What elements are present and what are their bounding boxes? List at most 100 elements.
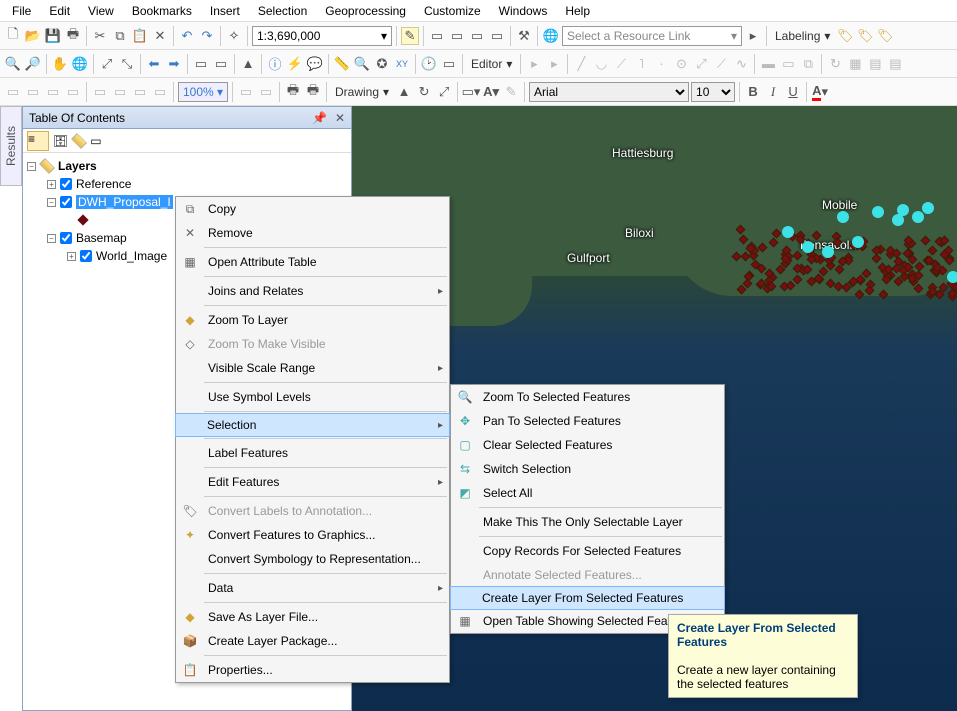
identify-icon[interactable]: ⓘ xyxy=(266,55,284,73)
line-tool-icon[interactable]: ╱ xyxy=(572,55,590,73)
zoom-out-icon[interactable]: 🔎 xyxy=(24,55,42,73)
ctx-label-features[interactable]: Label Features xyxy=(176,441,449,465)
georef3-icon[interactable]: ▭ xyxy=(44,83,62,101)
menu-geoprocessing[interactable]: Geoprocessing xyxy=(317,2,414,20)
find-route-icon[interactable]: ✪ xyxy=(373,55,391,73)
clear-selection-icon[interactable]: ▭ xyxy=(212,55,230,73)
time-slider-icon[interactable]: 🕑 xyxy=(420,55,438,73)
delete-icon[interactable]: ✕ xyxy=(151,27,169,45)
label-opt3-icon[interactable]: 🏷 xyxy=(876,27,894,45)
window-python-icon[interactable]: ▭ xyxy=(488,27,506,45)
attrs-icon[interactable]: ▦ xyxy=(846,55,864,73)
layer-basemap[interactable]: Basemap xyxy=(76,231,127,245)
drawing-dropdown[interactable]: Drawing▾ xyxy=(331,81,393,103)
results-side-tab[interactable]: Results xyxy=(0,106,22,186)
pin-icon[interactable]: 📌 xyxy=(312,111,327,125)
close-icon[interactable]: ✕ xyxy=(335,111,345,125)
expander-world[interactable]: + xyxy=(67,252,76,261)
ctx-create-layer-package[interactable]: 📦Create Layer Package... xyxy=(176,629,449,653)
georef7-icon[interactable]: ▭ xyxy=(131,83,149,101)
paste-icon[interactable]: 📋 xyxy=(131,27,149,45)
window-catalog-icon[interactable]: ▭ xyxy=(428,27,446,45)
menu-windows[interactable]: Windows xyxy=(491,2,556,20)
list-by-selection-icon[interactable]: ▭ xyxy=(90,134,101,148)
list-by-visibility-icon[interactable] xyxy=(72,134,86,148)
georef11-icon[interactable]: 🖶 xyxy=(284,83,302,101)
expander-dwh[interactable]: − xyxy=(47,198,56,207)
sub-select-all[interactable]: ◩Select All xyxy=(451,481,724,505)
globe-link-icon[interactable]: 🌐 xyxy=(542,27,560,45)
ctx-copy[interactable]: ⧉Copy xyxy=(176,197,449,221)
distance-icon[interactable]: ⤢ xyxy=(692,55,710,73)
ctx-properties[interactable]: 📋Properties... xyxy=(176,658,449,682)
pointer-icon[interactable]: ▲ xyxy=(239,55,257,73)
menu-insert[interactable]: Insert xyxy=(202,2,248,20)
checkbox-reference[interactable] xyxy=(60,178,72,190)
layer-dwh-proposal[interactable]: DWH_Proposal_I xyxy=(76,195,173,209)
checkbox-world[interactable] xyxy=(80,250,92,262)
midpoint-icon[interactable]: · xyxy=(652,55,670,73)
cut-icon[interactable]: ✂ xyxy=(91,27,109,45)
draw-pointer-icon[interactable]: ▲ xyxy=(395,83,413,101)
underline-icon[interactable]: U xyxy=(784,83,802,101)
pan-icon[interactable]: ✋ xyxy=(51,55,69,73)
georef9-icon[interactable]: ▭ xyxy=(237,83,255,101)
georef-icon[interactable]: ▭ xyxy=(4,83,22,101)
list-by-source-icon[interactable]: 🗄 xyxy=(53,134,68,148)
undo-icon[interactable]: ↶ xyxy=(178,27,196,45)
menu-help[interactable]: Help xyxy=(557,2,598,20)
tree-root-layers[interactable]: Layers xyxy=(58,159,97,173)
fixed-zoom-in-icon[interactable]: ⤢ xyxy=(98,55,116,73)
menu-selection[interactable]: Selection xyxy=(250,2,315,20)
layer-reference[interactable]: Reference xyxy=(76,177,131,191)
zoom-pct-combo[interactable]: 100%▾ xyxy=(178,82,228,102)
font-name-combo[interactable]: Arial xyxy=(529,82,689,102)
font-color-icon[interactable]: A▾ xyxy=(811,83,829,101)
ctx-remove[interactable]: ✕Remove xyxy=(176,221,449,245)
redo-icon[interactable]: ↷ xyxy=(198,27,216,45)
full-extent-icon[interactable]: 🌐 xyxy=(71,55,89,73)
sub-zoom-selected[interactable]: 🔍Zoom To Selected Features xyxy=(451,385,724,409)
map-scale-combo[interactable]: 1:3,690,000▾ xyxy=(252,26,392,46)
trace-tool-icon[interactable]: ⟋ xyxy=(612,55,630,73)
georef12-icon[interactable]: 🖶 xyxy=(304,83,322,101)
edit-anno-icon[interactable]: ▸ xyxy=(545,55,563,73)
label-opt1-icon[interactable]: 🏷 xyxy=(836,27,854,45)
sub-only-selectable[interactable]: Make This The Only Selectable Layer xyxy=(451,510,724,534)
expander-reference[interactable]: + xyxy=(47,180,56,189)
sub-copy-records[interactable]: Copy Records For Selected Features xyxy=(451,539,724,563)
ctx-open-attribute-table[interactable]: ▦Open Attribute Table xyxy=(176,250,449,274)
bezier-icon[interactable]: ∿ xyxy=(732,55,750,73)
back-icon[interactable]: ⬅ xyxy=(145,55,163,73)
draw-text-icon[interactable]: A▾ xyxy=(482,83,500,101)
menu-customize[interactable]: Customize xyxy=(416,2,489,20)
ctx-joins-relates[interactable]: Joins and Relates xyxy=(176,279,449,303)
georef2-icon[interactable]: ▭ xyxy=(24,83,42,101)
ctx-data[interactable]: Data xyxy=(176,576,449,600)
georef6-icon[interactable]: ▭ xyxy=(111,83,129,101)
list-by-drawing-icon[interactable]: ≡ xyxy=(27,131,49,151)
menu-view[interactable]: View xyxy=(80,2,122,20)
ctx-selection[interactable]: Selection xyxy=(175,413,450,437)
georef10-icon[interactable]: ▭ xyxy=(257,83,275,101)
new-doc-icon[interactable]: 🗋 xyxy=(4,27,22,45)
editor-dropdown[interactable]: Editor▾ xyxy=(467,53,516,75)
georef5-icon[interactable]: ▭ xyxy=(91,83,109,101)
checkbox-basemap[interactable] xyxy=(60,232,72,244)
endpoint-icon[interactable]: ⊙ xyxy=(672,55,690,73)
labeling-dropdown[interactable]: Labeling▾ xyxy=(771,25,834,47)
checkbox-dwh[interactable] xyxy=(60,196,72,208)
menu-bookmarks[interactable]: Bookmarks xyxy=(124,2,200,20)
copy-icon[interactable]: ⧉ xyxy=(111,27,129,45)
sketch-props-icon[interactable]: ▤ xyxy=(866,55,884,73)
html-popup-icon[interactable]: 💬 xyxy=(306,55,324,73)
goto-xy-icon[interactable]: XY xyxy=(393,55,411,73)
find-icon[interactable]: 🔍 xyxy=(353,55,371,73)
font-size-combo[interactable]: 10 xyxy=(691,82,735,102)
ctx-edit-features[interactable]: Edit Features xyxy=(176,470,449,494)
layer-world-imagery[interactable]: World_Image xyxy=(96,249,167,263)
draw-rotate-icon[interactable]: ↻ xyxy=(415,83,433,101)
reshape-icon[interactable]: ▭ xyxy=(779,55,797,73)
direction-icon[interactable]: ⟋ xyxy=(712,55,730,73)
measure-icon[interactable]: 📏 xyxy=(333,55,351,73)
